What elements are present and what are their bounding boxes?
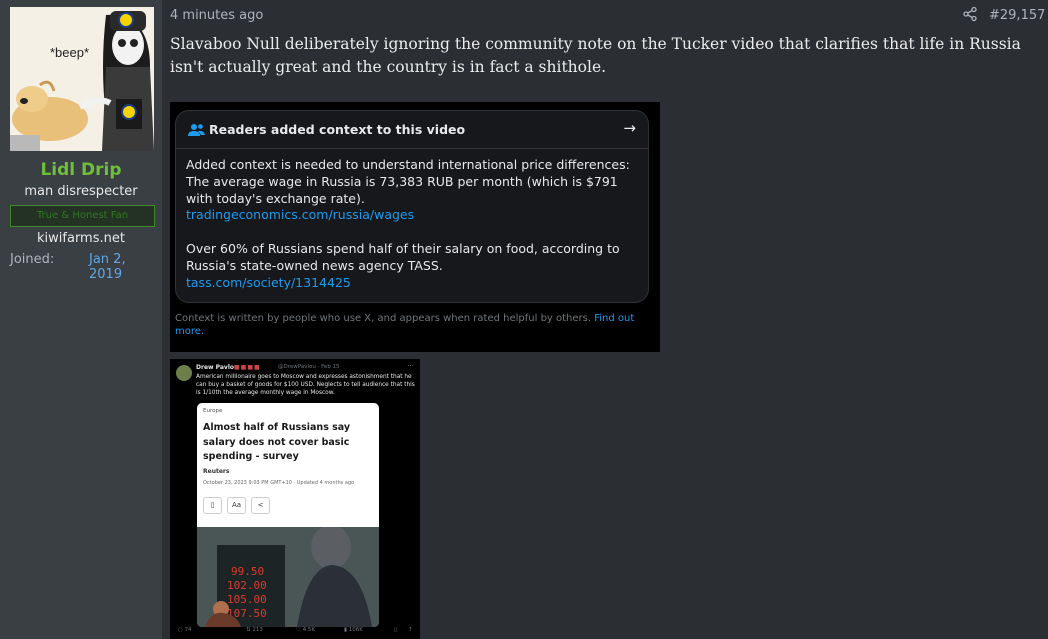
svg-text:105.00: 105.00 [227, 593, 267, 606]
svg-text:99.50: 99.50 [231, 565, 264, 578]
repost-count: ⇅ 213 [246, 627, 263, 633]
like-count: ♡ 4.5K [296, 627, 316, 633]
note-footer: Context is written by people who use X, … [175, 312, 645, 338]
article-date: October 23, 2023 9:03 PM GMT+10 · Update… [203, 480, 355, 486]
flags-icon: ■■■■ [234, 364, 261, 371]
article-region: Europe [203, 408, 223, 414]
more-icon: ··· [407, 362, 414, 370]
note-link-2[interactable]: tass.com/society/1314425 [186, 275, 641, 292]
post-time[interactable]: 4 minutes ago [170, 8, 263, 23]
note-title: Readers added context to this video [209, 122, 466, 137]
note-link-1[interactable]: tradingeconomics.com/russia/wages [186, 207, 641, 224]
user-title: man disrespecter [24, 184, 138, 199]
share-icon[interactable] [962, 6, 978, 22]
note-footer-text: Context is written by people who use X, … [175, 313, 592, 324]
bookmark-icon: ▯ [394, 627, 398, 633]
article-source: Reuters [203, 468, 230, 475]
tweet-handle: @DrewPavlou · Feb 15 [278, 364, 340, 370]
note-paragraph-1: Added context is needed to understand in… [186, 157, 630, 206]
share-icon: < [251, 497, 270, 514]
user-banner: True & Honest Fan [10, 205, 155, 227]
community-note-image[interactable]: Readers added context to this video → Ad… [170, 102, 660, 352]
font-size-button: Aa [227, 497, 246, 514]
community-note-card: Readers added context to this video → Ad… [175, 110, 649, 303]
username[interactable]: Lidl Drip [0, 160, 162, 180]
post-content: 4 minutes ago #29,157 Slavaboo Null deli… [163, 0, 1048, 639]
avatar[interactable]: *beep* [10, 7, 154, 151]
svg-text:102.00: 102.00 [227, 579, 267, 592]
bookmark-icon: ▯ [203, 497, 222, 514]
article-card: Europe Almost half of Russians say salar… [197, 403, 379, 627]
avatar-caption: *beep* [50, 45, 89, 60]
user-sidebar: *beep* Lidl Drip man disrespecter True &… [0, 0, 162, 639]
tweet-image[interactable]: Drew Pavlou ■■■■ @DrewPavlou · Feb 15 ··… [170, 359, 420, 639]
tweet-actions: ○ 74 ⇅ 213 ♡ 4.5K ▮ 106K ▯ ↑ [170, 625, 420, 639]
tweet-avatar [176, 365, 192, 381]
article-title: Almost half of Russians say salary does … [203, 422, 351, 462]
share-icon: ↑ [408, 627, 413, 633]
reply-count: ○ 74 [178, 627, 192, 633]
post-number[interactable]: #29,157 [989, 8, 1045, 23]
joined-label: Joined: [10, 252, 55, 267]
note-paragraph-2: Over 60% of Russians spend half of their… [186, 241, 620, 273]
joined-date: Jan 2, 2019 [89, 252, 126, 282]
tweet-text: American millionaire goes to Moscow and … [196, 374, 415, 396]
tweet-author: Drew Pavlou [196, 364, 239, 371]
user-site: kiwifarms.net [37, 231, 125, 246]
post-message: Slavaboo Null deliberately ignoring the … [170, 35, 1021, 76]
note-body: Added context is needed to understand in… [186, 157, 641, 292]
article-photo: 99.50 102.00 105.00 107.50 [197, 527, 379, 627]
note-header[interactable]: Readers added context to this video → [176, 111, 648, 149]
people-icon [188, 124, 205, 136]
arrow-right-icon[interactable]: → [623, 119, 636, 137]
view-count: ▮ 106K [344, 627, 363, 633]
